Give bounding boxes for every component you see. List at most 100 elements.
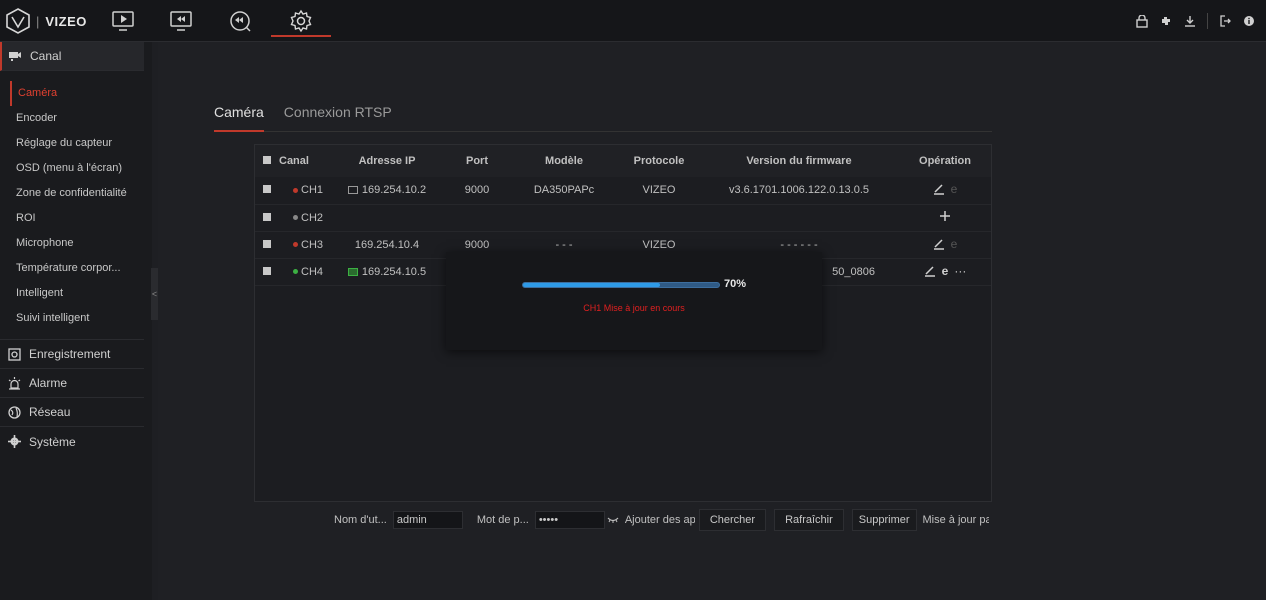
more-icon[interactable]: ··· (954, 264, 966, 278)
ip-address: 169.254.10.2 (361, 184, 427, 197)
sidebar-group-label: Réseau (29, 405, 71, 419)
sidebar-item-sensor[interactable]: Réglage du capteur (0, 131, 140, 156)
update-label[interactable]: Mise à jour pa (923, 514, 989, 526)
delete-button[interactable]: Supprimer (851, 509, 917, 531)
settings-icon (290, 9, 312, 33)
refresh-button[interactable]: Rafraîchir (774, 509, 844, 531)
ip-address: 169.254.10.5 (361, 265, 427, 278)
tab-camera[interactable]: Caméra (214, 104, 264, 132)
info-icon (1244, 16, 1254, 26)
sidebar-group-label: Enregistrement (29, 347, 111, 361)
table-row: CH1 169.254.10.2 9000 DA350PAPc VIZEO v3… (255, 177, 991, 204)
firmware-cell: v3.6.1701.1006.122.0.13.0.5 (728, 184, 870, 197)
edit-icon[interactable] (924, 265, 936, 277)
active-nav-indicator (271, 35, 331, 37)
sidebar-group-canal[interactable]: Canal (0, 42, 144, 71)
sidebar-group-label: Alarme (29, 376, 68, 390)
sidebar-group-system[interactable]: Système (0, 427, 144, 456)
sidebar-collapse-handle[interactable]: < (151, 268, 158, 320)
eye-closed-icon[interactable] (607, 516, 619, 524)
sidebar-group-network[interactable]: Réseau (0, 398, 144, 427)
sidebar-item-smart-tracking[interactable]: Suivi intelligent (0, 306, 140, 331)
globe-icon (8, 405, 21, 419)
sidebar-item-microphone[interactable]: Microphone (0, 231, 140, 256)
sidebar-group-recording[interactable]: Enregistrement (0, 340, 144, 369)
live-view-nav[interactable] (110, 8, 136, 34)
col-protocol: Protocole (619, 145, 699, 177)
sidebar-item-privacy-zone[interactable]: Zone de confidentialité (0, 181, 140, 206)
ip-link-icon (347, 267, 358, 276)
play-icon (112, 11, 134, 31)
sidebar-item-osd[interactable]: OSD (menu à l'écran) (0, 156, 140, 181)
channel-name: CH1 (301, 184, 324, 197)
settings-nav[interactable] (288, 8, 314, 34)
record-icon (8, 347, 21, 361)
browser-icon[interactable]: e (951, 182, 958, 196)
username-input[interactable] (392, 511, 463, 529)
top-bar: | VIZEO (0, 0, 1266, 42)
logo-icon (6, 8, 30, 34)
progress-fill (523, 283, 661, 287)
password-input[interactable] (534, 511, 605, 529)
playback-nav[interactable] (168, 8, 194, 34)
lock-icon (1136, 14, 1148, 28)
model-cell: DA350PAPc (533, 184, 595, 197)
col-port: Port (445, 145, 509, 177)
sidebar-group-alarm[interactable]: Alarme (0, 369, 144, 398)
password-label: Mot de p... (476, 514, 529, 526)
browser-icon[interactable]: e (942, 264, 949, 278)
col-ip: Adresse IP (329, 145, 445, 177)
row-checkbox[interactable] (263, 266, 271, 275)
logo: | VIZEO (6, 7, 87, 35)
status-dot-offline (293, 242, 298, 248)
sidebar-item-encoder[interactable]: Encoder (0, 106, 140, 131)
playback-icon (170, 11, 192, 31)
sidebar-item-camera[interactable]: Caméra (10, 81, 150, 106)
search-button[interactable]: Chercher (698, 509, 767, 531)
row-checkbox[interactable] (263, 239, 271, 248)
sidebar-item-body-temperature[interactable]: Température corpor... (0, 256, 140, 281)
edit-icon[interactable] (933, 183, 945, 195)
sidebar-item-intelligent[interactable]: Intelligent (0, 281, 140, 306)
upgrade-progress-dialog: 70% CH1 Mise à jour en cours (446, 252, 822, 350)
firmware-cell (699, 204, 899, 231)
protocol-cell: VIZEO (642, 184, 676, 197)
backup-nav[interactable] (227, 8, 253, 34)
bottom-toolbar: Nom d'ut... Mot de p... Ajouter des ap C… (334, 509, 989, 531)
puzzle-icon (1162, 17, 1170, 25)
col-operation: Opération (899, 145, 991, 177)
gear-icon (8, 435, 21, 448)
edit-icon[interactable] (933, 238, 945, 250)
info-button[interactable] (1242, 14, 1256, 28)
lock-button[interactable] (1135, 14, 1149, 28)
rewind-icon (230, 11, 251, 32)
progress-bar (522, 282, 720, 288)
col-firmware: Version du firmware (699, 145, 899, 177)
port-cell: 9000 (464, 184, 490, 197)
row-checkbox[interactable] (263, 212, 271, 221)
status-dot-offline (293, 187, 298, 193)
download-button[interactable] (1183, 14, 1197, 28)
logout-button[interactable] (1218, 14, 1232, 28)
alarm-icon (8, 376, 21, 390)
sidebar-group-label: Système (29, 434, 76, 449)
status-dot-empty (293, 215, 298, 221)
col-model: Modèle (509, 145, 619, 177)
sidebar: Canal Caméra Encoder Réglage du capteur … (0, 42, 152, 600)
logo-text: VIZEO (45, 13, 87, 29)
sidebar-item-roi[interactable]: ROI (0, 206, 140, 231)
add-devices-label[interactable]: Ajouter des ap (625, 514, 695, 526)
row-checkbox[interactable] (263, 185, 271, 194)
browser-icon[interactable]: e (951, 237, 958, 251)
select-all-checkbox[interactable] (263, 156, 271, 164)
tab-rtsp[interactable]: Connexion RTSP (284, 104, 392, 132)
model-cell (509, 204, 619, 231)
plugin-button[interactable] (1159, 14, 1173, 28)
sidebar-group-label: Canal (30, 49, 62, 63)
protocol-cell (619, 204, 699, 231)
camera-icon (9, 52, 21, 61)
table-header: Canal Adresse IP Port Modèle Protocole V… (255, 145, 991, 177)
table-row: CH2 (255, 204, 991, 231)
add-icon[interactable] (939, 210, 951, 222)
ip-link-icon (347, 186, 358, 195)
